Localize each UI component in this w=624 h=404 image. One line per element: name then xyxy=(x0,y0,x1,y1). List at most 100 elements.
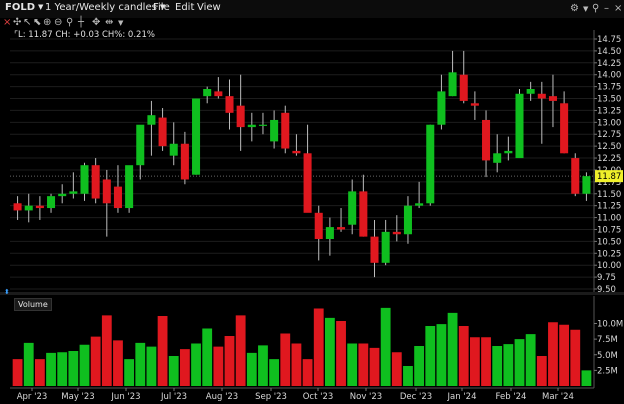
volume-bar xyxy=(514,339,525,386)
volume-tick-label: 10.0M xyxy=(597,320,623,330)
time-tick-label: Oct '23 xyxy=(303,392,334,402)
price-tick-label: 14.50 xyxy=(597,47,621,57)
price-tick-label: 13.50 xyxy=(597,95,621,105)
volume-bar xyxy=(202,328,213,386)
candle-up xyxy=(125,165,134,209)
volume-bar xyxy=(458,326,469,386)
volume-bar xyxy=(235,315,246,386)
volume-bar xyxy=(269,359,280,386)
volume-bar xyxy=(113,340,123,386)
candle-down xyxy=(482,119,491,161)
price-tick-label: 13.25 xyxy=(597,106,621,116)
candle-down xyxy=(560,103,569,154)
volume-bar xyxy=(358,343,369,386)
candle-down xyxy=(292,150,301,154)
volume-bar xyxy=(369,347,380,386)
pane-separator xyxy=(0,292,624,295)
candle-down xyxy=(113,186,122,209)
volume-bar xyxy=(313,308,324,386)
candle-up xyxy=(58,193,67,197)
candle-up xyxy=(325,227,334,239)
candle-down xyxy=(236,105,245,128)
volume-bar xyxy=(179,349,190,386)
volume-bar xyxy=(280,333,291,386)
candle-up xyxy=(381,231,390,263)
volume-bar xyxy=(336,321,346,386)
candle-down xyxy=(91,165,100,199)
time-tick-label: Jul '23 xyxy=(160,392,187,402)
candle-up xyxy=(270,119,279,142)
candlestick-chart[interactable]: ⬍ 14.75 14.50 14.25 14.00 13.75 13.5013.25 13.… xyxy=(0,0,624,404)
volume-bar xyxy=(559,324,570,386)
time-tick-label: Aug '23 xyxy=(206,392,238,402)
candle-down xyxy=(102,179,111,204)
price-tick-label: 13.75 xyxy=(597,83,621,93)
volume-tick-label: 7.5M xyxy=(597,335,618,345)
price-axis: 14.75 14.50 14.25 14.00 13.75 13.5013.25 13.00… xyxy=(593,30,621,295)
candle-up xyxy=(526,89,535,94)
price-tick-label: 14.25 xyxy=(597,59,621,69)
volume-bar xyxy=(90,336,101,386)
candle-down xyxy=(359,191,368,237)
candle-up xyxy=(136,124,145,166)
candle-up xyxy=(348,191,357,225)
candle-down xyxy=(303,153,312,213)
candle-down xyxy=(214,91,223,97)
pane-resize-icon: ⬍ xyxy=(4,288,10,296)
candle-up xyxy=(80,165,89,194)
volume-bar xyxy=(46,352,56,386)
candle-up xyxy=(203,89,212,97)
candle-down xyxy=(548,96,557,101)
price-tick-label: 9.75 xyxy=(597,273,616,283)
time-tick-label: May '23 xyxy=(61,392,94,402)
price-tag-text: 11.87 xyxy=(597,172,621,182)
volume-bar xyxy=(324,317,335,386)
volume-bar xyxy=(391,352,402,386)
time-tick-label: Jan '24 xyxy=(447,392,477,402)
volume-bar xyxy=(436,324,447,386)
candle-down xyxy=(225,96,234,113)
volume-bar xyxy=(23,342,34,386)
volume-bar xyxy=(581,370,592,386)
candle-down xyxy=(337,227,346,230)
candle-down xyxy=(459,74,468,101)
volume-bar xyxy=(469,337,480,386)
volume-axis: 10.0M 7.5M 5.0M 2.5M xyxy=(593,296,623,388)
volume-bar xyxy=(425,326,436,386)
candle-up xyxy=(403,205,412,235)
price-tick-label: 10.00 xyxy=(597,261,621,271)
volume-bar xyxy=(101,315,112,386)
time-tick-label: Mar '24 xyxy=(542,392,574,402)
price-tick-label: 14.75 xyxy=(597,35,621,45)
price-tick-label: 9.50 xyxy=(597,285,616,295)
volume-bar xyxy=(503,344,514,386)
volume-bar xyxy=(492,346,503,386)
volume-bar xyxy=(380,307,391,386)
candle-up xyxy=(415,203,424,206)
last-price-tag: 11.87 xyxy=(595,170,623,183)
candle-down xyxy=(180,143,189,180)
price-tick-label: 10.25 xyxy=(597,249,621,259)
candle-up xyxy=(448,72,457,97)
price-tick-label: 12.50 xyxy=(597,142,621,152)
candle-up xyxy=(437,91,446,125)
price-tick-label: 13.00 xyxy=(597,118,621,128)
time-axis: Apr '23 May '23 Jun '23 Jul '23 Aug '23 Sep '… xyxy=(10,387,594,402)
volume-bar xyxy=(302,359,313,386)
candle-down xyxy=(35,205,44,209)
price-tick-label: 10.75 xyxy=(597,225,621,235)
candle-down xyxy=(470,103,479,106)
candle-up xyxy=(582,176,591,194)
candle-down xyxy=(314,212,323,239)
candle-down xyxy=(13,203,22,211)
volume-bar xyxy=(403,366,413,386)
candle-up xyxy=(515,93,524,159)
price-tick-label: 12.25 xyxy=(597,154,621,164)
price-tick-label: 14.00 xyxy=(597,71,621,81)
candle-up xyxy=(24,205,33,211)
volume-pane-label: Volume xyxy=(14,298,52,311)
volume-bar xyxy=(157,316,168,386)
candle-down xyxy=(158,117,167,147)
price-candles xyxy=(13,50,591,278)
volume-bar xyxy=(79,344,90,386)
